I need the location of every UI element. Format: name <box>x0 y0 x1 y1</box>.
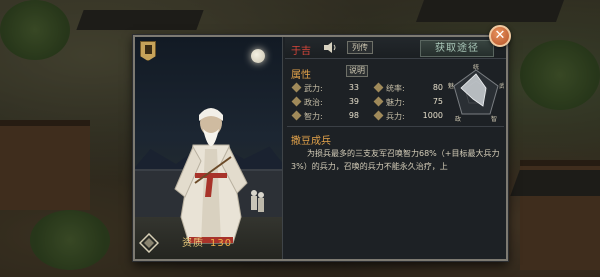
radar-label: 政 <box>455 115 461 122</box>
stat-intelligence: 智力: 98 <box>291 110 359 122</box>
scroll-icon <box>291 96 302 107</box>
stat-politics: 政治: 39 <box>291 96 359 108</box>
stat-label: 武力: <box>304 84 323 93</box>
aptitude-label: 资质 <box>182 238 204 249</box>
brain-icon <box>291 110 302 121</box>
stat-value: 98 <box>348 111 359 120</box>
close-button[interactable]: ✕ <box>489 25 511 47</box>
soldier-mini-icon[interactable] <box>247 187 267 217</box>
sword-icon <box>291 82 302 93</box>
attributes-title: 属性 <box>291 70 311 81</box>
radar-label: 统 <box>473 64 479 71</box>
aptitude-display: 资质 130 <box>182 234 232 249</box>
hero-detail-panel: 资质 130 于吉 列传 获取途径 属性 说明 武力: 33 统率: 80 政治… <box>133 35 508 261</box>
stat-value: 80 <box>432 83 443 92</box>
voice-speaker-icon[interactable] <box>323 41 337 54</box>
skill-description: 为损兵最多的三支友军召唤智力68%（+目标最大兵力3%）的兵力，召唤的兵力不能永… <box>291 149 500 171</box>
stat-charm: 魅力: 75 <box>373 96 443 108</box>
stat-value: 39 <box>348 97 359 106</box>
hero-figure-image <box>174 108 248 244</box>
faction-badge-icon[interactable] <box>140 41 156 61</box>
aptitude-value: 130 <box>210 238 233 249</box>
stat-label: 兵力: <box>386 112 405 121</box>
stat-label: 智力: <box>304 112 323 121</box>
stat-force: 武力: 33 <box>291 82 359 94</box>
stat-value: 75 <box>432 97 443 106</box>
hero-portrait-area: 资质 130 <box>135 37 283 259</box>
stat-label: 政治: <box>304 98 323 107</box>
banner-icon <box>373 82 384 93</box>
stat-value: 1000 <box>422 111 443 120</box>
attributes-explain-button[interactable]: 说明 <box>346 65 368 77</box>
troops-icon <box>373 110 384 121</box>
skill-title: 撒豆成兵 <box>291 136 331 147</box>
hero-header-bar: 于吉 列传 获取途径 <box>285 37 506 59</box>
stat-label: 魅力: <box>386 98 405 107</box>
charm-icon <box>373 96 384 107</box>
stat-command: 统率: 80 <box>373 82 443 94</box>
biography-button[interactable]: 列传 <box>347 41 373 54</box>
hero-name: 于吉 <box>291 46 311 57</box>
stat-value: 33 <box>348 83 359 92</box>
obtain-method-button[interactable]: 获取途径 <box>420 40 494 57</box>
rank-emblem-icon[interactable] <box>139 233 159 253</box>
radar-label: 武 <box>499 82 504 90</box>
radar-label: 魅 <box>448 82 454 90</box>
stat-label: 统率: <box>386 84 405 93</box>
hero-info-area: 于吉 列传 获取途径 属性 说明 武力: 33 统率: 80 政治: 39 魅力… <box>285 37 506 259</box>
attribute-radar-chart: 统 武 智 政 魅 <box>448 64 504 122</box>
section-divider <box>287 126 504 127</box>
radar-label: 智 <box>491 115 497 122</box>
stat-troops: 兵力: 1000 <box>373 110 443 122</box>
moon-decoration <box>251 49 265 63</box>
